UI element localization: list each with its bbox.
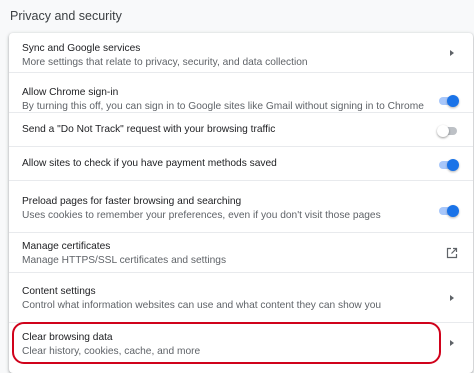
do-not-track-toggle[interactable] bbox=[437, 125, 457, 137]
row-label: Sync and Google services bbox=[22, 43, 141, 54]
row-do-not-track: Send a "Do Not Track" request with your … bbox=[9, 112, 473, 146]
row-manage-certificates[interactable]: Manage certificates Manage HTTPS/SSL cer… bbox=[9, 232, 473, 272]
row-label: Allow sites to check if you have payment… bbox=[22, 158, 277, 169]
row-label: Content settings bbox=[22, 286, 96, 297]
arrow-right-icon[interactable] bbox=[450, 340, 454, 346]
row-preload-pages: Preload pages for faster browsing and se… bbox=[9, 180, 473, 222]
row-label: Preload pages for faster browsing and se… bbox=[22, 196, 242, 207]
row-content-settings[interactable]: Content settings Control what informatio… bbox=[9, 272, 473, 314]
section-title: Privacy and security bbox=[10, 9, 122, 23]
row-label: Send a "Do Not Track" request with your … bbox=[22, 124, 276, 135]
toggle-knob bbox=[447, 95, 459, 107]
row-sync-google-services[interactable]: Sync and Google services More settings t… bbox=[9, 33, 473, 72]
row-label: Allow Chrome sign-in bbox=[22, 87, 119, 98]
preload-pages-toggle[interactable] bbox=[439, 205, 459, 217]
toggle-knob bbox=[447, 159, 459, 171]
row-sublabel: By turning this off, you can sign in to … bbox=[22, 101, 424, 112]
row-sublabel: Clear history, cookies, cache, and more bbox=[22, 346, 201, 357]
row-sublabel: More settings that relate to privacy, se… bbox=[22, 57, 308, 68]
arrow-right-icon[interactable] bbox=[450, 50, 454, 56]
toggle-knob bbox=[447, 205, 459, 217]
row-label: Clear browsing data bbox=[22, 332, 113, 343]
row-allow-chrome-signin: Allow Chrome sign-in By turning this off… bbox=[9, 72, 473, 112]
row-sublabel: Manage HTTPS/SSL certificates and settin… bbox=[22, 255, 227, 266]
row-sublabel: Uses cookies to remember your preference… bbox=[22, 210, 381, 221]
row-payment-methods: Allow sites to check if you have payment… bbox=[9, 146, 473, 180]
allow-signin-toggle[interactable] bbox=[439, 95, 459, 107]
arrow-right-icon[interactable] bbox=[450, 295, 454, 301]
toggle-knob bbox=[437, 125, 449, 137]
row-clear-browsing-data[interactable]: Clear browsing data Clear history, cooki… bbox=[9, 322, 473, 373]
payment-methods-toggle[interactable] bbox=[439, 159, 459, 171]
row-label: Manage certificates bbox=[22, 241, 111, 252]
privacy-settings-card: Sync and Google services More settings t… bbox=[9, 33, 473, 373]
row-sublabel: Control what information websites can us… bbox=[22, 300, 382, 311]
external-link-icon[interactable] bbox=[446, 247, 458, 259]
